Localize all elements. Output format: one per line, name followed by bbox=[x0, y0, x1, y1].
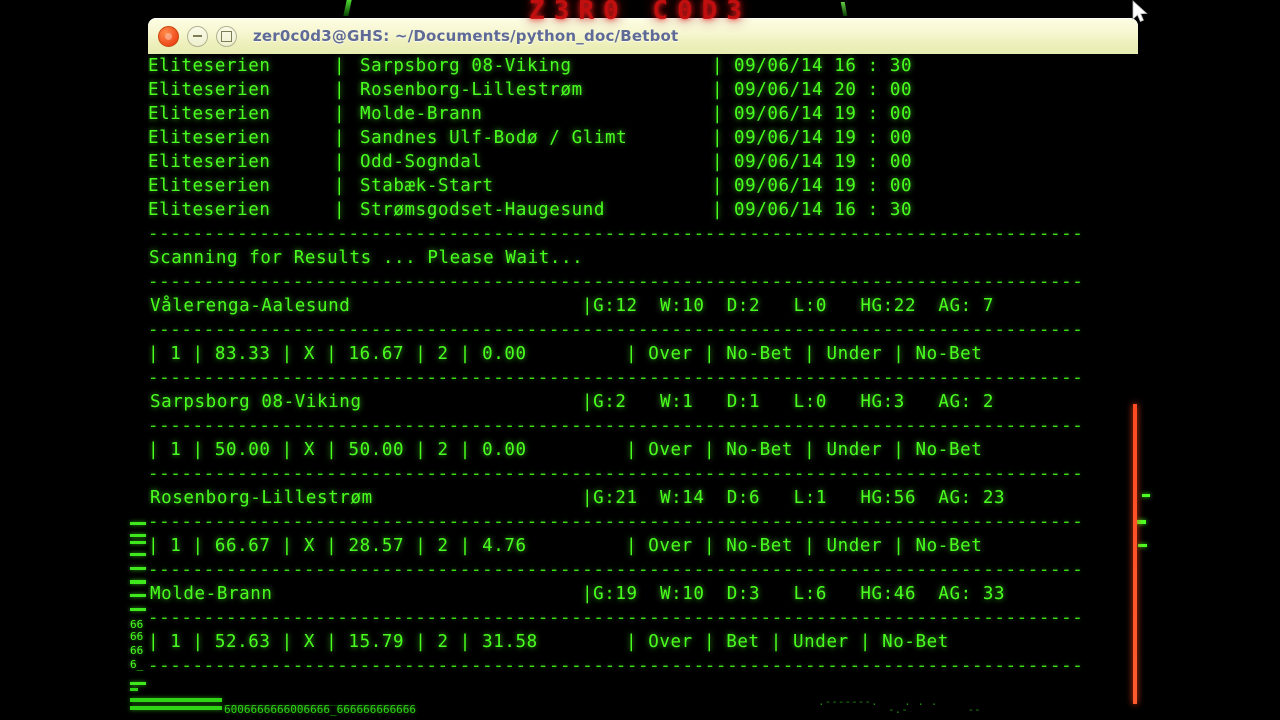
fixture-row: Eliteserien | Stabæk-Start | 09/06/14 19 : 0… bbox=[148, 174, 1138, 198]
fixture-row: Eliteserien | Sarpsborg 08-Viking | 09/06/14… bbox=[148, 54, 1138, 78]
window-titlebar[interactable]: zer0c0d3@GHS: ~/Documents/python_doc/Bet… bbox=[148, 18, 1138, 54]
result-odds: | 1 | 52.63 | X | 15.79 | 2 | 31.58 bbox=[148, 632, 538, 652]
fixture-league: Eliteserien bbox=[148, 56, 271, 76]
fixture-match: Stabæk-Start bbox=[360, 176, 494, 196]
result-match-name: Molde-Brann bbox=[150, 584, 273, 604]
fixture-datetime: 09/06/14 20 : 00 bbox=[734, 80, 913, 100]
maximize-icon[interactable] bbox=[216, 25, 237, 47]
fixture-separator-2: | bbox=[712, 176, 724, 196]
fixture-separator-2: | bbox=[712, 104, 724, 124]
fixture-datetime: 09/06/14 16 : 30 bbox=[734, 56, 913, 76]
fixture-match: Sandnes Ulf-Bodø / Glimt bbox=[360, 128, 628, 148]
glitch-mark-1 bbox=[1142, 494, 1150, 497]
fixture-separator-2: | bbox=[712, 128, 724, 148]
fixture-separator: | bbox=[334, 104, 346, 124]
result-bet-advice: | Over | No-Bet | Under | No-Bet bbox=[626, 536, 983, 556]
fixture-match: Rosenborg-Lillestrøm bbox=[360, 80, 583, 100]
glitch-mark-3 bbox=[1138, 544, 1147, 547]
status-text: Scanning for Results ... Please Wait... bbox=[149, 248, 584, 268]
rule-divider: ----------------------------------------… bbox=[148, 320, 1084, 340]
result-odds-row: | 1 | 50.00 | X | 50.00 | 2 | 0.00 | Over… bbox=[148, 438, 1138, 462]
result-odds-row: | 1 | 83.33 | X | 16.67 | 2 | 0.00 | Over… bbox=[148, 342, 1138, 366]
result-bet-advice: | Over | No-Bet | Under | No-Bet bbox=[626, 440, 983, 460]
result-odds-row: | 1 | 66.67 | X | 28.57 | 2 | 4.76 | Over… bbox=[148, 534, 1138, 558]
fixture-league: Eliteserien bbox=[148, 200, 271, 220]
fixture-datetime: 09/06/14 19 : 00 bbox=[734, 176, 913, 196]
result-match-name: Sarpsborg 08-Viking bbox=[150, 392, 362, 412]
result-match-name: Rosenborg-Lillestrøm bbox=[150, 488, 373, 508]
fixture-datetime: 09/06/14 19 : 00 bbox=[734, 104, 913, 124]
video-glitch-tick-right bbox=[840, 2, 848, 16]
result-odds: | 1 | 66.67 | X | 28.57 | 2 | 4.76 bbox=[148, 536, 527, 556]
fixture-match: Sarpsborg 08-Viking bbox=[360, 56, 572, 76]
fixture-row: Eliteserien | Odd-Sogndal | 09/06/14 19 : 00 bbox=[148, 150, 1138, 174]
fixture-datetime: 09/06/14 16 : 30 bbox=[734, 200, 913, 220]
fixture-separator-2: | bbox=[712, 80, 724, 100]
result-odds-row: | 1 | 52.63 | X | 15.79 | 2 | 31.58 | Ove… bbox=[148, 630, 1138, 654]
fixtures-list: Eliteserien | Sarpsborg 08-Viking | 09/06/14… bbox=[148, 54, 1138, 222]
fixture-row: Eliteserien | Sandnes Ulf-Bodø / Glimt | 09/… bbox=[148, 126, 1138, 150]
fixture-separator: | bbox=[334, 56, 346, 76]
result-header-row: Rosenborg-Lillestrøm |G:21 W:14 D:6 L:1 H… bbox=[148, 486, 1138, 510]
result-bet-advice: | Over | No-Bet | Under | No-Bet bbox=[626, 344, 983, 364]
fixture-separator: | bbox=[334, 176, 346, 196]
fixture-separator-2: | bbox=[712, 200, 724, 220]
fixture-datetime: 09/06/14 19 : 00 bbox=[734, 152, 913, 172]
fixture-row: Eliteserien | Molde-Brann | 09/06/14 19 : 00 bbox=[148, 102, 1138, 126]
fixture-league: Eliteserien bbox=[148, 104, 271, 124]
result-header-row: Molde-Brann |G:19 W:10 D:3 L:6 HG:46 AG: … bbox=[148, 582, 1138, 606]
terminal-window: zer0c0d3@GHS: ~/Documents/python_doc/Bet… bbox=[148, 18, 1138, 720]
rule-divider: ----------------------------------------… bbox=[148, 464, 1084, 484]
result-stats: |G:21 W:14 D:6 L:1 HG:56 AG: 23 bbox=[582, 488, 1006, 508]
result-stats: |G:19 W:10 D:3 L:6 HG:46 AG: 33 bbox=[582, 584, 1006, 604]
result-header-row: Vålerenga-Aalesund |G:12 W:10 D:2 L:0 HG:… bbox=[148, 294, 1138, 318]
window-title: zer0c0d3@GHS: ~/Documents/python_doc/Bet… bbox=[253, 27, 679, 45]
window-controls bbox=[158, 25, 237, 47]
fixture-separator: | bbox=[334, 200, 346, 220]
rule-divider: ----------------------------------------… bbox=[148, 512, 1084, 532]
result-stats: |G:2 W:1 D:1 L:0 HG:3 AG: 2 bbox=[582, 392, 995, 412]
fixture-row: Eliteserien | Strømsgodset-Haugesund | 09/06… bbox=[148, 198, 1138, 222]
rule-divider: ----------------------------------------… bbox=[148, 608, 1084, 628]
fixture-separator: | bbox=[334, 128, 346, 148]
fixture-match: Molde-Brann bbox=[360, 104, 483, 124]
render-artifact-left: 66 66 66 6_ bbox=[128, 520, 150, 700]
rule-top: ----------------------------------------… bbox=[148, 224, 1084, 244]
minimize-icon[interactable] bbox=[187, 25, 208, 47]
terminal-screen[interactable]: Eliteserien | Sarpsborg 08-Viking | 09/06/14… bbox=[148, 54, 1138, 720]
fixture-league: Eliteserien bbox=[148, 80, 271, 100]
render-artifact-bottom: ____________________________ 60066666660… bbox=[128, 686, 1128, 720]
result-stats: |G:12 W:10 D:2 L:0 HG:22 AG: 7 bbox=[582, 296, 995, 316]
fixture-separator-2: | bbox=[712, 152, 724, 172]
fixture-league: Eliteserien bbox=[148, 152, 271, 172]
result-header-row: Sarpsborg 08-Viking |G:2 W:1 D:1 L:0 HG:3… bbox=[148, 390, 1138, 414]
rule-after-status: ----------------------------------------… bbox=[148, 272, 1084, 292]
rule-divider: ----------------------------------------… bbox=[148, 560, 1084, 580]
rule-divider: ----------------------------------------… bbox=[148, 368, 1084, 388]
glitch-mark-2 bbox=[1136, 520, 1146, 524]
artifact-noise-lower: 6006666666006666_666666666666 bbox=[224, 703, 417, 716]
close-icon[interactable] bbox=[158, 25, 179, 47]
fixture-league: Eliteserien bbox=[148, 128, 271, 148]
rule-divider: ----------------------------------------… bbox=[148, 416, 1084, 436]
fixture-separator: | bbox=[334, 80, 346, 100]
fixture-separator-2: | bbox=[712, 56, 724, 76]
video-glitch-tick-left bbox=[343, 0, 352, 16]
fixture-match: Odd-Sogndal bbox=[360, 152, 483, 172]
fixture-match: Strømsgodset-Haugesund bbox=[360, 200, 605, 220]
rule-divider: ----------------------------------------… bbox=[148, 656, 1084, 676]
result-bet-advice: | Over | Bet | Under | No-Bet bbox=[626, 632, 949, 652]
fixture-datetime: 09/06/14 19 : 00 bbox=[734, 128, 913, 148]
fixture-league: Eliteserien bbox=[148, 176, 271, 196]
fixture-row: Eliteserien | Rosenborg-Lillestrøm | 09/06/1… bbox=[148, 78, 1138, 102]
result-odds: | 1 | 83.33 | X | 16.67 | 2 | 0.00 bbox=[148, 344, 527, 364]
fixture-separator: | bbox=[334, 152, 346, 172]
mouse-cursor-icon bbox=[1132, 0, 1148, 23]
results-list: Vålerenga-Aalesund |G:12 W:10 D:2 L:0 HG:… bbox=[148, 294, 1138, 678]
result-match-name: Vålerenga-Aalesund bbox=[150, 296, 351, 316]
scroll-indicator[interactable] bbox=[1133, 404, 1137, 704]
result-odds: | 1 | 50.00 | X | 50.00 | 2 | 0.00 bbox=[148, 440, 527, 460]
